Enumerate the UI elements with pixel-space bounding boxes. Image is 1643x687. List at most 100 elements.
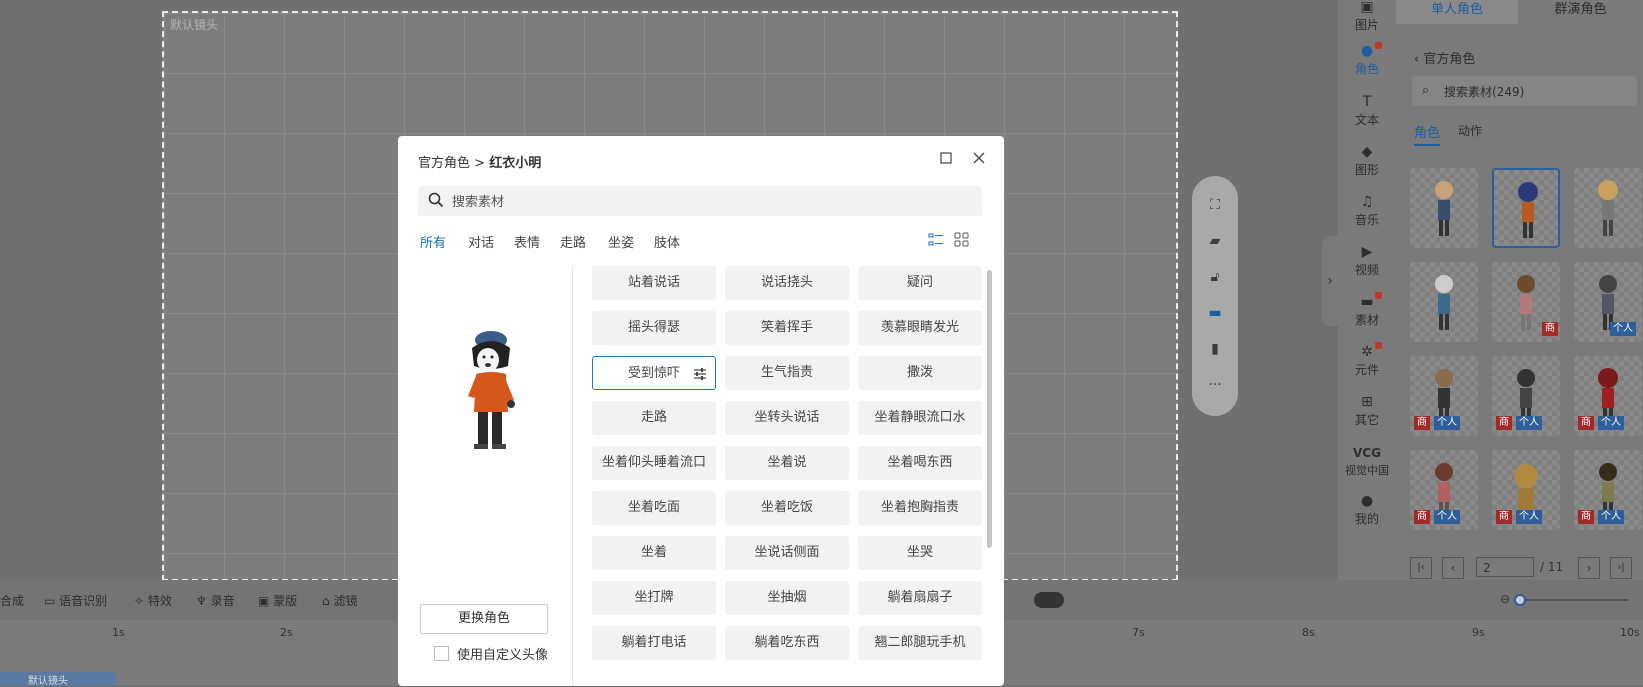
effects-button[interactable]: ✧ 特效 xyxy=(134,592,172,609)
more-icon[interactable]: ··· xyxy=(1206,378,1224,392)
tab-single-role[interactable]: 单人角色 xyxy=(1396,0,1518,24)
nav-role[interactable]: ● 角色 xyxy=(1338,44,1396,77)
filter-expression[interactable]: 表情 xyxy=(514,232,540,251)
nav-other[interactable]: ⊞ 其它 xyxy=(1338,395,1396,428)
last-page-button[interactable]: ›| xyxy=(1610,557,1632,579)
action-item[interactable]: 坐着吃饭 xyxy=(725,491,849,525)
badge-commercial: 商 xyxy=(1414,510,1430,524)
action-item-selected[interactable]: 受到惊吓 xyxy=(592,356,716,390)
new-dot xyxy=(1375,292,1382,299)
tick-1s: 1s xyxy=(112,626,125,639)
role-thumb[interactable] xyxy=(1410,262,1478,342)
action-item[interactable]: 坐抽烟 xyxy=(725,581,849,615)
track-clip[interactable]: 默认镜头 xyxy=(0,672,116,687)
change-role-button[interactable]: 更换角色 xyxy=(420,604,548,634)
monitor-icon[interactable]: ▬ xyxy=(1206,306,1224,320)
maximize-button[interactable] xyxy=(936,149,956,169)
nav-image[interactable]: ▣ 图片 xyxy=(1338,0,1396,33)
nav-text[interactable]: T 文本 xyxy=(1338,95,1396,128)
action-item[interactable]: 坐着喝东西 xyxy=(858,446,982,480)
actions-scrollbar[interactable] xyxy=(987,270,992,548)
page-input[interactable]: 2 xyxy=(1476,557,1534,577)
phone-icon[interactable]: ▮ xyxy=(1206,342,1224,356)
action-item[interactable]: 坐着仰头睡着流口 xyxy=(592,446,716,480)
mask-button[interactable]: ▣ 蒙版 xyxy=(258,592,297,609)
action-item[interactable]: 笑着挥手 xyxy=(725,311,849,345)
role-thumb[interactable]: 个人 xyxy=(1574,262,1642,342)
action-item[interactable]: 坐着 xyxy=(592,536,716,570)
first-page-button[interactable]: |‹ xyxy=(1410,557,1432,579)
action-label: 翘二郎腿玩手机 xyxy=(874,635,966,650)
search-input[interactable] xyxy=(450,186,974,218)
action-item[interactable]: 坐说话侧面 xyxy=(725,536,849,570)
role-thumb[interactable]: 商 xyxy=(1492,262,1560,342)
filter-button[interactable]: ⌂ 滤镜 xyxy=(322,592,357,609)
action-item[interactable]: 说话挠头 xyxy=(725,266,849,300)
nav-mine[interactable]: ● 我的 xyxy=(1338,494,1396,527)
zoom-slider-handle[interactable] xyxy=(1514,594,1526,606)
nav-shape[interactable]: ◆ 图形 xyxy=(1338,145,1396,178)
tab-group-role[interactable]: 群演角色 xyxy=(1518,0,1643,24)
camera-icon[interactable]: ▰ xyxy=(1206,234,1224,248)
breadcrumb-root[interactable]: 官方角色 xyxy=(418,156,470,171)
action-item[interactable]: 躺着打电话 xyxy=(592,626,716,660)
action-item[interactable]: 坐转头说话 xyxy=(725,401,849,435)
filter-body[interactable]: 肢体 xyxy=(654,232,680,251)
prev-page-button[interactable]: ‹ xyxy=(1442,557,1464,579)
custom-avatar-option[interactable]: 使用自定义头像 xyxy=(434,644,548,663)
role-thumb[interactable]: 商个人 xyxy=(1492,450,1560,530)
action-item[interactable]: 生气指责 xyxy=(725,356,849,390)
merge-button[interactable]: 合成 xyxy=(0,592,24,609)
list-view-icon[interactable] xyxy=(928,232,944,248)
panel-collapse-toggle[interactable]: › xyxy=(1322,236,1338,326)
action-item[interactable]: 摇头得瑟 xyxy=(592,311,716,345)
role-thumb[interactable]: 商个人 xyxy=(1574,450,1642,530)
grid-view-icon[interactable] xyxy=(954,232,970,248)
nav-video[interactable]: ▶ 视频 xyxy=(1338,245,1396,278)
panel-search[interactable]: ⌕ 搜索素材(249) xyxy=(1412,76,1637,106)
role-thumb[interactable] xyxy=(1410,168,1478,248)
fit-screen-icon[interactable]: ⛶ xyxy=(1206,198,1224,212)
role-thumb[interactable]: 商个人 xyxy=(1410,450,1478,530)
zoom-slider[interactable] xyxy=(1518,599,1628,601)
toggle-switch[interactable] xyxy=(1034,592,1064,608)
close-button[interactable] xyxy=(969,149,989,169)
action-item[interactable]: 坐着吃面 xyxy=(592,491,716,525)
action-item[interactable]: 坐打牌 xyxy=(592,581,716,615)
subtab-role[interactable]: 角色 xyxy=(1414,122,1441,146)
action-item[interactable]: 躺着吃东西 xyxy=(725,626,849,660)
role-thumb-selected[interactable] xyxy=(1492,168,1560,248)
zoom-out-icon[interactable]: ⊖ xyxy=(1500,592,1510,606)
filter-sitting[interactable]: 坐姿 xyxy=(608,232,634,251)
filter-walk[interactable]: 走路 xyxy=(560,232,586,251)
action-item[interactable]: 站着说话 xyxy=(592,266,716,300)
action-item[interactable]: 撒泼 xyxy=(858,356,982,390)
nav-component[interactable]: ✲ 元件 xyxy=(1338,345,1396,378)
filter-dialogue[interactable]: 对话 xyxy=(468,232,494,251)
action-item[interactable]: 坐着抱胸指责 xyxy=(858,491,982,525)
action-item[interactable]: 躺着扇扇子 xyxy=(858,581,982,615)
action-item[interactable]: 坐着说 xyxy=(725,446,849,480)
record-button[interactable]: ♆ 录音 xyxy=(196,592,235,609)
role-thumb[interactable] xyxy=(1574,168,1642,248)
role-thumb[interactable]: 商个人 xyxy=(1410,356,1478,436)
role-thumb[interactable]: 商个人 xyxy=(1574,356,1642,436)
nav-music[interactable]: ♫ 音乐 xyxy=(1338,195,1396,228)
role-thumb[interactable]: 商个人 xyxy=(1492,356,1560,436)
action-item[interactable]: 走路 xyxy=(592,401,716,435)
action-item[interactable]: 翘二郎腿玩手机 xyxy=(858,626,982,660)
action-item[interactable]: 疑问 xyxy=(858,266,982,300)
custom-avatar-checkbox[interactable] xyxy=(434,646,449,661)
lock-icon[interactable]: 🔓︎ xyxy=(1206,270,1224,284)
subtab-action[interactable]: 动作 xyxy=(1458,122,1482,139)
speech-recognition-button[interactable]: ▭ 语音识别 xyxy=(44,592,107,609)
back-link[interactable]: ‹ 官方角色 xyxy=(1414,48,1475,67)
nav-vcg[interactable]: VCG xyxy=(1338,446,1396,460)
nav-material[interactable]: ▬ 素材 xyxy=(1338,295,1396,328)
next-page-button[interactable]: › xyxy=(1578,557,1600,579)
action-item[interactable]: 坐哭 xyxy=(858,536,982,570)
settings-sliders-icon[interactable] xyxy=(693,367,707,381)
action-item[interactable]: 羡慕眼睛发光 xyxy=(858,311,982,345)
action-item[interactable]: 坐着静眼流口水 xyxy=(858,401,982,435)
filter-all[interactable]: 所有 xyxy=(420,232,446,251)
